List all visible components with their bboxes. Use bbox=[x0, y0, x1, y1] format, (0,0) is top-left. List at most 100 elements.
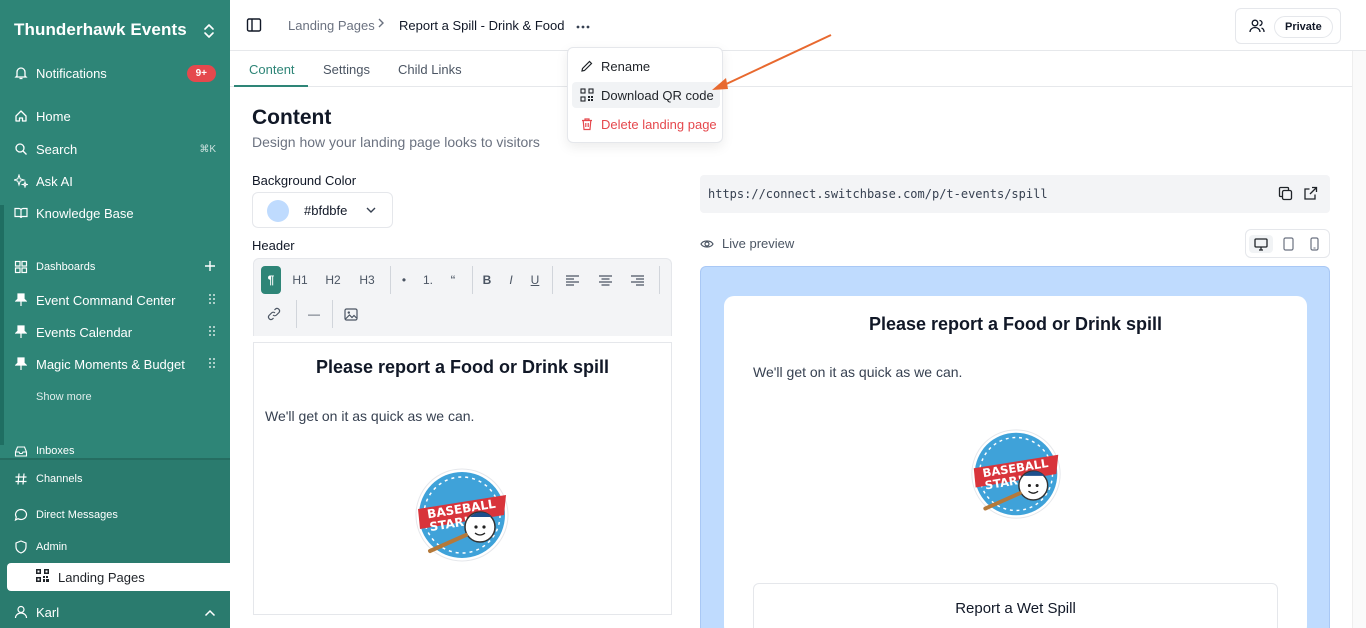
trash-icon bbox=[582, 118, 592, 131]
breadcrumb-parent[interactable]: Landing Pages bbox=[288, 18, 375, 33]
tab-content[interactable]: Content bbox=[249, 62, 295, 77]
show-more-link[interactable]: Show more bbox=[0, 383, 230, 411]
italic-button[interactable]: I bbox=[505, 266, 517, 294]
tab-settings[interactable]: Settings bbox=[323, 62, 370, 77]
page-tabs: Content Settings Child Links bbox=[230, 51, 1352, 87]
sidebar-item-notifications[interactable]: Notifications 9+ bbox=[0, 59, 230, 87]
sidebar-item-admin[interactable]: Admin bbox=[0, 533, 230, 561]
ordered-list-button[interactable]: 1. bbox=[420, 266, 436, 294]
paragraph-button[interactable]: ¶ bbox=[261, 266, 281, 294]
sidebar-item-label: Inboxes bbox=[36, 445, 75, 457]
image-icon[interactable] bbox=[343, 300, 359, 328]
preview-link-button[interactable]: Report a Wet Spill bbox=[753, 583, 1278, 628]
link-icon[interactable] bbox=[265, 300, 283, 328]
user-name: Karl bbox=[36, 604, 60, 620]
live-preview-header: Live preview bbox=[700, 236, 794, 251]
background-color-picker[interactable]: #bfdbfe bbox=[252, 192, 393, 228]
drag-handle-icon[interactable] bbox=[208, 293, 216, 308]
rich-text-toolbar: ¶ H1 H2 H3 • 1. “ B I U — bbox=[253, 258, 672, 336]
sidebar-user-menu[interactable]: Karl bbox=[0, 598, 230, 626]
workspace-name[interactable]: Thunderhawk Events bbox=[14, 20, 187, 40]
sidebar-pinned-item[interactable]: Events Calendar bbox=[0, 318, 230, 346]
workspace-switcher-icon[interactable] bbox=[202, 22, 216, 40]
sidebar-item-label: Magic Moments & Budget bbox=[36, 356, 185, 372]
pin-icon bbox=[14, 325, 28, 339]
baseball-star-logo: BASEBALL STAR! bbox=[415, 468, 509, 562]
pin-icon bbox=[14, 293, 28, 307]
mobile-icon[interactable] bbox=[1302, 235, 1326, 253]
sidebar-item-search[interactable]: Search ⌘K bbox=[0, 135, 230, 163]
sidebar-item-direct-messages[interactable]: Direct Messages bbox=[0, 501, 230, 529]
visibility-badge: Private bbox=[1274, 16, 1333, 38]
more-options-icon[interactable] bbox=[576, 16, 590, 32]
heading1-button[interactable]: H1 bbox=[289, 266, 311, 294]
sidebar-item-ask-ai[interactable]: Ask AI bbox=[0, 167, 230, 195]
sidebar-item-knowledge-base[interactable]: Knowledge Base bbox=[0, 199, 230, 227]
align-left-icon[interactable] bbox=[564, 266, 580, 294]
add-dashboard-icon[interactable] bbox=[204, 260, 216, 275]
notification-badge: 9+ bbox=[186, 64, 216, 82]
desktop-icon[interactable] bbox=[1249, 235, 1273, 253]
top-bar: Landing Pages Report a Spill - Drink & F… bbox=[230, 0, 1366, 51]
section-subtitle: Design how your landing page looks to vi… bbox=[252, 134, 540, 150]
search-icon bbox=[14, 142, 28, 156]
sidebar-item-label: Events Calendar bbox=[36, 324, 133, 340]
sidebar-item-label: Home bbox=[36, 108, 71, 124]
chevron-up-icon[interactable] bbox=[204, 605, 216, 620]
preview-canvas: Please report a Food or Drink spill We'l… bbox=[700, 266, 1330, 628]
bold-button[interactable]: B bbox=[480, 266, 494, 294]
preview-body-text: We'll get on it as quick as we can. bbox=[753, 364, 963, 380]
menu-item-delete[interactable]: Delete landing page bbox=[572, 111, 720, 137]
toggle-sidebar-icon[interactable] bbox=[246, 17, 262, 33]
user-icon bbox=[14, 605, 28, 619]
heading3-button[interactable]: H3 bbox=[356, 266, 378, 294]
book-icon bbox=[14, 206, 28, 220]
horizontal-rule-button[interactable]: — bbox=[307, 300, 321, 328]
sidebar-item-label: Ask AI bbox=[36, 173, 73, 189]
sidebar-pinned-item[interactable]: Magic Moments & Budget bbox=[0, 350, 230, 378]
sidebar-item-label: Admin bbox=[36, 541, 68, 553]
page-actions-menu: Rename Download QR code Delete landing p… bbox=[567, 47, 723, 143]
eye-icon bbox=[700, 239, 714, 248]
pencil-icon bbox=[581, 60, 593, 72]
sidebar-item-landing-pages[interactable]: Landing Pages bbox=[7, 563, 230, 591]
hash-icon bbox=[14, 472, 28, 486]
align-center-icon[interactable] bbox=[597, 266, 613, 294]
content-scrollbar[interactable] bbox=[1352, 51, 1366, 628]
shield-icon bbox=[14, 540, 28, 554]
copy-icon[interactable] bbox=[1278, 186, 1293, 206]
quote-button[interactable]: “ bbox=[446, 266, 460, 294]
sidebar-item-channels[interactable]: Channels bbox=[0, 465, 230, 493]
sidebar-item-label: Direct Messages bbox=[36, 509, 118, 521]
preview-card: Please report a Food or Drink spill We'l… bbox=[724, 296, 1307, 628]
toolbar-divider bbox=[332, 300, 333, 328]
preview-link-label: Report a Wet Spill bbox=[955, 600, 1076, 617]
menu-item-download-qr[interactable]: Download QR code bbox=[572, 82, 720, 108]
share-button[interactable]: Private bbox=[1235, 8, 1341, 44]
public-url-field[interactable]: https://connect.switchbase.com/p/t-event… bbox=[700, 175, 1330, 213]
heading2-button[interactable]: H2 bbox=[322, 266, 344, 294]
align-right-icon[interactable] bbox=[629, 266, 645, 294]
baseball-star-logo: BASEBALL STAR! bbox=[971, 429, 1061, 519]
preview-heading: Please report a Food or Drink spill bbox=[868, 314, 1163, 334]
toolbar-divider bbox=[552, 266, 553, 294]
tab-child-links[interactable]: Child Links bbox=[398, 62, 462, 77]
sparkle-icon bbox=[14, 174, 28, 188]
external-link-icon[interactable] bbox=[1303, 186, 1318, 206]
sidebar-pinned-item[interactable]: Event Command Center bbox=[0, 286, 230, 314]
bell-icon bbox=[14, 66, 28, 80]
underline-button[interactable]: U bbox=[528, 266, 542, 294]
show-more-label: Show more bbox=[36, 391, 92, 403]
header-editor[interactable]: Please report a Food or Drink spill We'l… bbox=[253, 342, 672, 615]
tablet-icon[interactable] bbox=[1276, 235, 1300, 253]
bullet-list-button[interactable]: • bbox=[397, 266, 411, 294]
sidebar-section-dashboards[interactable]: Dashboards bbox=[0, 253, 230, 281]
sidebar-item-label: Landing Pages bbox=[58, 569, 145, 585]
drag-handle-icon[interactable] bbox=[208, 325, 216, 340]
sidebar-item-home[interactable]: Home bbox=[0, 102, 230, 130]
toolbar-divider bbox=[472, 266, 473, 294]
drag-handle-icon[interactable] bbox=[208, 357, 216, 372]
menu-item-rename[interactable]: Rename bbox=[572, 53, 720, 79]
sidebar-item-label: Knowledge Base bbox=[36, 205, 134, 221]
inbox-icon bbox=[14, 444, 28, 458]
